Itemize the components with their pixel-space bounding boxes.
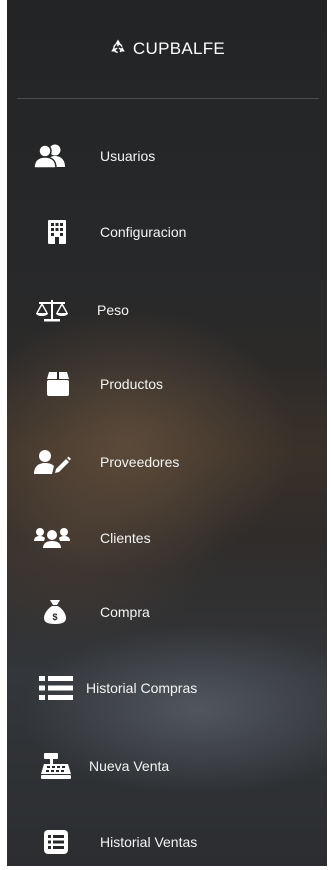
sidebar-item-label: Productos <box>100 376 164 392</box>
sidebar-item-historial-compras[interactable]: Historial Compras <box>7 668 327 708</box>
sidebar-item-label: Peso <box>97 302 129 318</box>
sidebar-item-label: Usuarios <box>100 148 156 164</box>
sidebar-item-nueva-venta[interactable]: Nueva Venta <box>7 746 327 786</box>
balance-scale-icon <box>35 298 69 322</box>
sidebar-item-label: Historial Ventas <box>100 834 198 850</box>
sidebar-item-usuarios[interactable]: Usuarios <box>7 136 327 176</box>
box-icon <box>46 371 70 397</box>
users-icon <box>33 143 67 169</box>
user-group-icon <box>33 527 71 549</box>
building-icon <box>47 219 67 245</box>
sidebar: CUPBALFE Usuarios Configuracion Peso Pro… <box>7 0 327 866</box>
sidebar-item-compra[interactable]: $ Compra <box>7 592 327 632</box>
list-icon <box>39 675 73 701</box>
divider <box>17 98 319 99</box>
sidebar-item-label: Historial Compras <box>86 680 198 696</box>
sidebar-item-peso[interactable]: Peso <box>7 290 327 330</box>
sidebar-item-historial-ventas[interactable]: Historial Ventas <box>7 822 327 862</box>
money-bag-icon: $ <box>43 599 67 625</box>
svg-text:$: $ <box>52 612 57 622</box>
recycle-icon <box>109 38 127 61</box>
sidebar-item-productos[interactable]: Productos <box>7 364 327 404</box>
table-list-icon <box>43 829 69 855</box>
sidebar-item-label: Proveedores <box>100 454 180 470</box>
sidebar-item-label: Clientes <box>100 530 151 546</box>
brand-header[interactable]: CUPBALFE <box>7 38 327 61</box>
sidebar-item-label: Nueva Venta <box>89 758 170 774</box>
sidebar-item-label: Compra <box>100 604 150 620</box>
sidebar-item-configuracion[interactable]: Configuracion <box>7 212 327 252</box>
sidebar-item-proveedores[interactable]: Proveedores <box>7 442 327 482</box>
sidebar-item-clientes[interactable]: Clientes <box>7 518 327 558</box>
user-edit-icon <box>33 449 71 475</box>
sidebar-item-label: Configuracion <box>100 224 187 240</box>
cash-register-icon <box>40 752 72 780</box>
brand-name: CUPBALFE <box>132 39 226 58</box>
